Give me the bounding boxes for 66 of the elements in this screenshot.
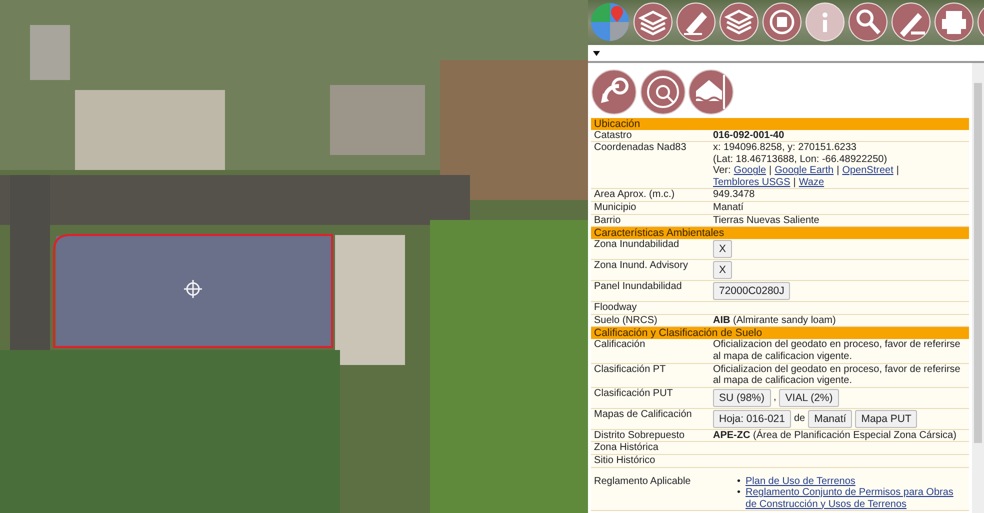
field-label: Catastro [593,130,633,142]
dropdown-caret-icon[interactable] [593,50,600,56]
field-value: 949.3478 [713,189,755,202]
value-button[interactable]: X [713,240,732,258]
separator-text: , [774,392,776,404]
map-link[interactable]: Google Earth [774,165,834,177]
search-icon[interactable] [848,2,888,42]
layers-icon[interactable] [719,2,759,42]
value-button[interactable]: Hoja: 016-021 [713,410,791,428]
map-link[interactable]: OpenStreet [842,165,894,177]
ruler-icon[interactable] [676,2,716,42]
flood-house-icon[interactable] [688,69,734,115]
scrollbar[interactable] [972,63,984,513]
field-label: Coordenadas Nad83 [593,142,688,156]
separator-text: | [896,165,899,177]
pencil-icon[interactable] [891,2,931,42]
field-value: Tierras Nuevas Saliente [713,214,820,226]
separator-text: | [836,165,840,177]
separator-text: | [769,165,772,177]
field-label: Panel Inundabilidad [593,281,683,294]
field-value: Manatí [713,202,744,214]
value-button[interactable]: VIAL (2%) [779,388,839,407]
regulation-link[interactable]: Plan de Uso de Terrenos [746,476,856,488]
section-header: Calificación y Clasificación de Suelo [591,327,969,340]
field-label: Sitio Histórico [593,455,656,467]
field-label: Clasificación PUT [593,388,674,401]
field-value: Ver: [713,165,731,177]
field-label: Clasificación PT [593,364,667,377]
crosshair-icon [183,279,203,299]
field-label: Reglamento Aplicable [593,476,692,489]
field-label: Zona Inund. Advisory [593,260,689,274]
field-label: Zona Histórica [593,442,660,454]
field-label: Barrio [593,214,622,226]
regulation-link[interactable]: Reglamento Conjunto de Permisos para Obras de Construcción y Usos de Terrenos [746,487,965,510]
map-link[interactable]: Temblores USGS [713,176,790,188]
bullet: • [737,476,741,488]
value-button[interactable]: X [713,261,732,280]
field-label: Area Aprox. (m.c.) [593,189,676,202]
field-label: Suelo (NRCS) [593,314,658,326]
map-link[interactable]: Waze [798,176,824,188]
field-value: 016-092-001-40 [713,130,784,142]
printer-icon[interactable] [934,2,974,42]
field-label: Floodway [593,302,638,314]
value-button[interactable]: 72000C0280J [713,282,790,300]
field-value: Oficializacion del geodato en proceso, favor de referirse al mapa de calificacion vigente. [713,339,962,363]
field-label: Municipio [593,202,638,214]
layers-icon[interactable] [633,2,673,42]
info-icon[interactable] [805,2,845,42]
map-link[interactable]: Google [734,165,766,177]
value-button[interactable]: Mapa PUT [855,410,918,428]
separator-text: | [793,176,796,188]
bullet: • [737,487,741,500]
field-label: Calificación [593,339,646,352]
field-value: Oficializacion del geodato en proceso, favor de referirse al mapa de calificacion vigente. [713,364,962,387]
value-button[interactable]: Manatí [808,410,852,428]
field-value: AIB (Almirante sandy loam) [713,314,836,326]
field-value: (Lat: 18.46713688, Lon: -66.48922250) [713,154,888,166]
field-value: x: 194096.8258, y: 270151.6233 [713,142,856,154]
field-value: APE-ZC (Área de Planificación Especial Zona Cársica) [713,430,956,442]
field-label: Distrito Sobrepuesto [593,430,686,442]
value-button[interactable]: SU (98%) [713,388,771,407]
separator-text: de [794,413,806,425]
section-header: Características Ambientales [591,227,969,240]
field-label: Zona Inundabilidad [593,239,680,252]
field-label: Mapas de Calificación [593,408,693,422]
section-header: Ubicación [591,118,969,130]
